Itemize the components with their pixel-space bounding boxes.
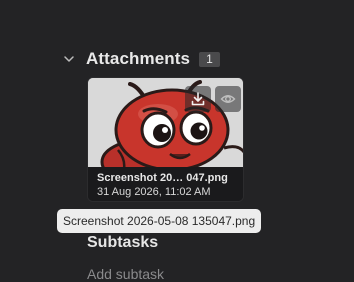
attachments-count-badge: 1	[199, 51, 220, 67]
attachment-card[interactable]: Screenshot 20… 047.png 31 Aug 2026, 11:0…	[87, 77, 244, 202]
attachment-actions	[185, 86, 241, 112]
attachment-thumbnail[interactable]	[88, 78, 243, 167]
eye-icon	[220, 91, 236, 107]
download-button[interactable]	[185, 86, 211, 112]
attachment-date: 31 Aug 2026, 11:02 AM	[97, 186, 211, 198]
subtasks-title: Subtasks	[87, 234, 159, 251]
download-icon	[190, 91, 206, 107]
attachments-header[interactable]: Attachments 1	[62, 48, 220, 70]
add-subtask-input[interactable]: Add subtask	[87, 266, 164, 282]
chevron-down-icon[interactable]	[62, 52, 76, 66]
preview-button[interactable]	[215, 86, 241, 112]
attachments-title: Attachments	[86, 49, 191, 68]
attachment-name-tooltip: Screenshot 2026-05-08 135047.png	[57, 209, 262, 233]
attachment-info: Screenshot 20… 047.png 31 Aug 2026, 11:0…	[88, 167, 243, 201]
attachment-file-name: Screenshot 20… 047.png	[97, 172, 228, 184]
task-detail-panel: Attachments 1 Screenshot 20… 047.png 31 …	[0, 0, 354, 282]
